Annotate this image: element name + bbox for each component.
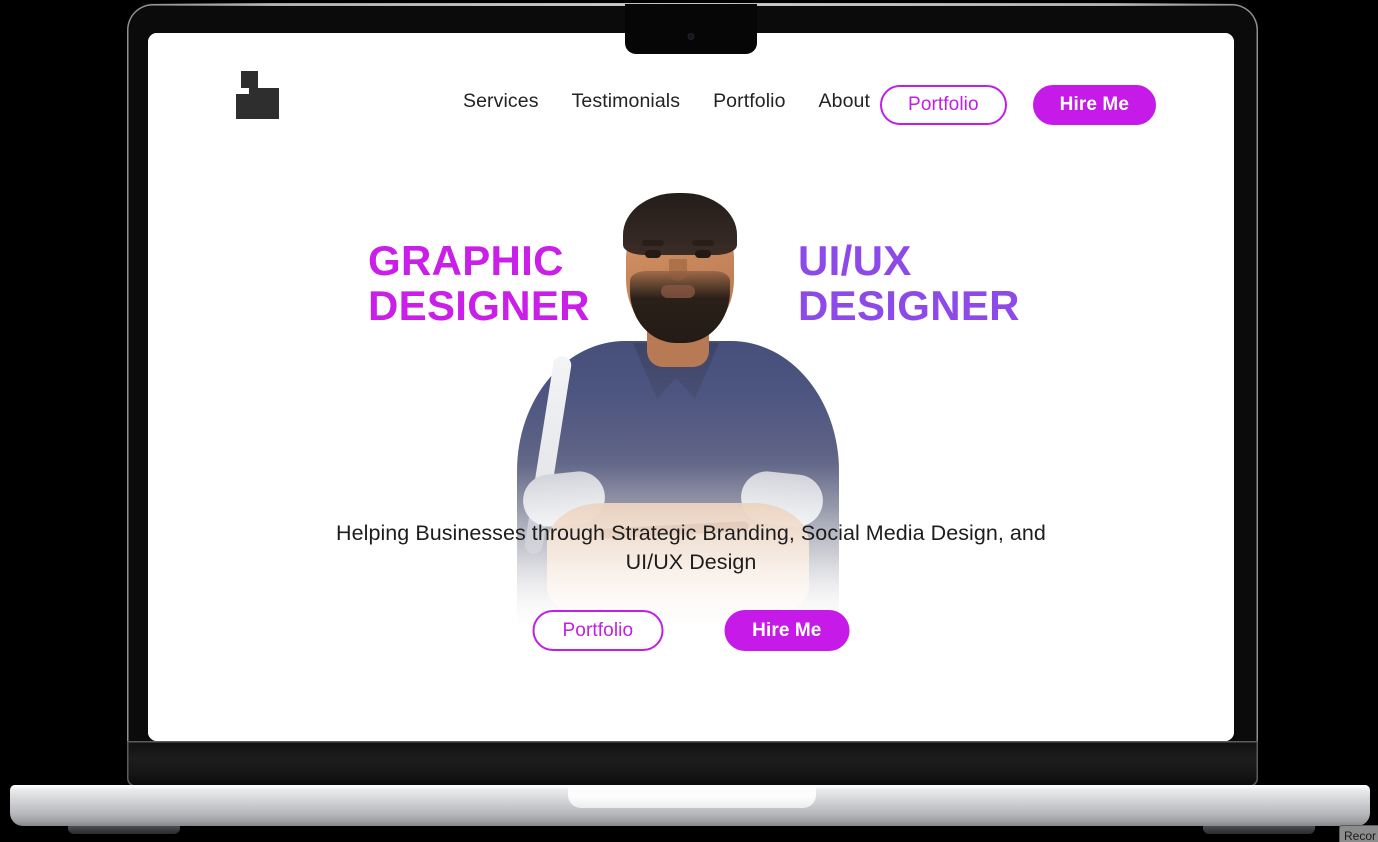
- portrait-nose: [669, 259, 687, 281]
- laptop-notch: [625, 4, 757, 54]
- screenshot-stage: Services Testimonials Portfolio About Po…: [0, 0, 1378, 842]
- website-page: Services Testimonials Portfolio About Po…: [148, 33, 1234, 741]
- screen-recording-label: Recor: [1344, 829, 1377, 842]
- portrait-brow-right: [692, 240, 714, 246]
- laptop-screen: Services Testimonials Portfolio About Po…: [148, 33, 1234, 741]
- laptop-hinge: [127, 741, 1258, 787]
- hero-title-right-line1: UI/UX: [798, 237, 912, 284]
- hero-title-uiux-designer: UI/UX DESIGNER: [798, 238, 1020, 329]
- portrait-hair: [623, 193, 737, 255]
- hero-actions: Portfolio Hire Me: [532, 610, 850, 651]
- hero-tagline: Helping Businesses through Strategic Bra…: [336, 521, 1046, 575]
- portrait-eye-right: [695, 250, 711, 258]
- portrait-eye-left: [645, 250, 661, 258]
- portrait-beard: [630, 271, 730, 343]
- hero-section: GRAPHIC DESIGNER UI/UX DESIGNER Helping …: [148, 33, 1234, 741]
- hero-title-left-line2: DESIGNER: [368, 282, 590, 330]
- hero-title-left-line1: GRAPHIC: [368, 237, 564, 284]
- portrait-brow-left: [642, 240, 664, 246]
- laptop-mockup: Services Testimonials Portfolio About Po…: [0, 0, 1378, 842]
- hero-portfolio-button[interactable]: Portfolio: [532, 610, 664, 651]
- portrait-mouth: [661, 285, 695, 298]
- screen-recording-indicator[interactable]: Recor: [1339, 825, 1378, 842]
- camera-icon: [687, 33, 695, 40]
- laptop-base-notch: [568, 785, 816, 808]
- hero-title-right-line2: DESIGNER: [798, 282, 1020, 330]
- hero-title-graphic-designer: GRAPHIC DESIGNER: [368, 238, 590, 329]
- hero-hire-me-button[interactable]: Hire Me: [724, 610, 850, 651]
